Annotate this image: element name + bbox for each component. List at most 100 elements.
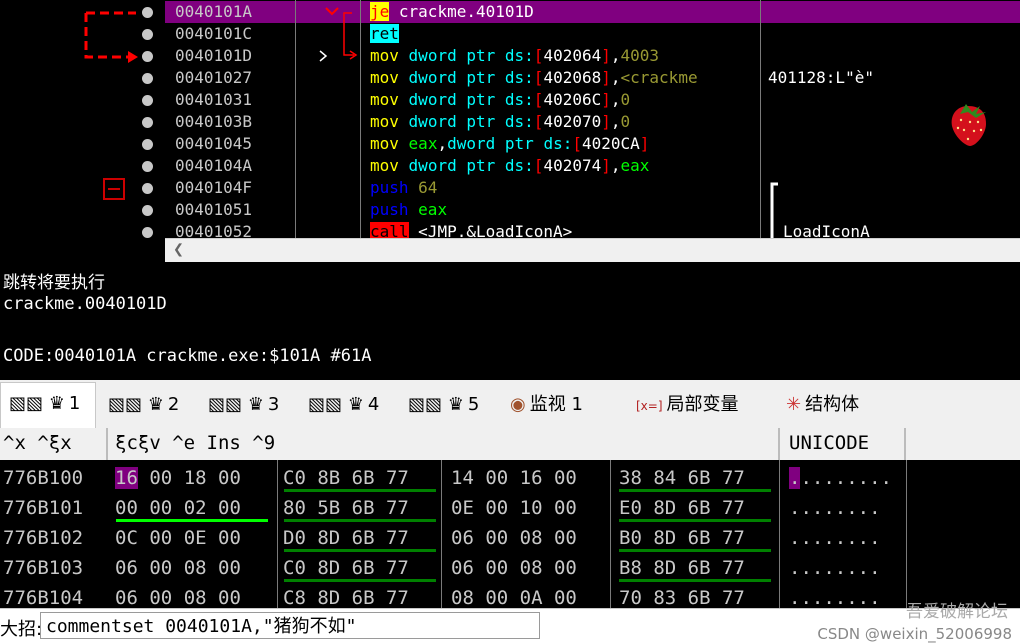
instruction-column[interactable]: je crackme.40101D ret mov dword ptr ds:[…: [370, 0, 1020, 241]
comment-cell[interactable]: 401128:L"è": [768, 67, 874, 89]
hex-byte[interactable]: 06: [115, 587, 138, 608]
address-cell[interactable]: 0040101A: [175, 1, 252, 23]
hex-byte[interactable]: 0E: [184, 527, 207, 549]
hex-group-2[interactable]: C8 8D 6B 77: [283, 583, 409, 608]
command-input[interactable]: commentset 0040101A,"猪狗不如": [40, 612, 540, 639]
breakpoint-dot[interactable]: [142, 51, 153, 62]
tab-struct[interactable]: ✳ 结构体: [778, 384, 888, 426]
instruction-row[interactable]: push 64: [370, 177, 437, 199]
instruction-row[interactable]: mov dword ptr ds:[402064],4003: [370, 45, 659, 67]
hex-byte[interactable]: 00: [218, 497, 241, 519]
hex-group-3[interactable]: 06 00 08 00: [451, 523, 577, 553]
instruction-row[interactable]: mov eax,dword ptr ds:[4020CA]: [370, 133, 649, 155]
hex-byte[interactable]: 0C: [115, 527, 138, 549]
hex-byte-selected[interactable]: 16: [115, 467, 138, 489]
instruction-row[interactable]: mov dword ptr ds:[402074],eax: [370, 155, 649, 177]
hex-byte[interactable]: 00: [149, 557, 172, 579]
dump-row[interactable]: 776B102 0C 00 0E 00 D0 8D 6B 77 06 00 08…: [0, 523, 1020, 553]
hex-group-1[interactable]: 06 00 08 00: [115, 553, 241, 583]
address-cell[interactable]: 00401045: [175, 133, 252, 155]
breakpoint-dot[interactable]: [142, 7, 153, 18]
hex-byte[interactable]: 00: [218, 467, 241, 489]
instruction-row[interactable]: push eax: [370, 199, 447, 221]
hex-byte[interactable]: 08: [184, 587, 207, 608]
address-column[interactable]: 0040101A 0040101C 0040101D 00401027 0040…: [165, 0, 295, 241]
address-cell[interactable]: 0040104A: [175, 155, 252, 177]
header-divider[interactable]: [778, 428, 780, 460]
hex-group-1[interactable]: 16 00 18 00: [115, 463, 241, 493]
hex-byte[interactable]: 00: [115, 497, 138, 519]
hex-byte[interactable]: 00: [149, 497, 172, 519]
scroll-left-icon[interactable]: ❮: [173, 239, 184, 261]
breakpoint-dot[interactable]: [142, 29, 153, 40]
instruction-row[interactable]: mov dword ptr ds:[402070],0: [370, 111, 630, 133]
memory-dump[interactable]: ^x ^ξx ξcξv ^e Ins ^9 UNICODE 776B100 16…: [0, 428, 1020, 608]
tab-dump-1[interactable]: ▧▧ ♛ 1: [0, 382, 96, 429]
dump-address[interactable]: 776B104: [3, 583, 83, 608]
header-divider[interactable]: [106, 428, 108, 460]
breakpoint-dot[interactable]: [142, 117, 153, 128]
hex-group-1[interactable]: 0C 00 0E 00: [115, 523, 241, 553]
instruction-row[interactable]: mov dword ptr ds:[402068],<crackme: [370, 67, 698, 89]
hex-group-3[interactable]: 08 00 0A 00: [451, 583, 577, 608]
header-address[interactable]: ^x ^ξx: [3, 432, 72, 454]
breakpoint-gutter[interactable]: [0, 0, 165, 262]
dump-row[interactable]: 776B100 16 00 18 00 C0 8B 6B 77 14 00 16…: [0, 463, 1020, 493]
tab-dump-4[interactable]: ▧▧ ♛ 4: [300, 384, 392, 426]
dump-row[interactable]: 776B103 06 00 08 00 C0 8D 6B 77 06 00 08…: [0, 553, 1020, 583]
dump-row[interactable]: 776B104 06 00 08 00 C8 8D 6B 77 08 00 0A…: [0, 583, 1020, 608]
breakpoint-dot[interactable]: [142, 95, 153, 106]
tab-dump-3[interactable]: ▧▧ ♛ 3: [200, 384, 292, 426]
dump-address[interactable]: 776B101: [3, 493, 83, 523]
address-cell[interactable]: 00401031: [175, 89, 252, 111]
hex-group-3[interactable]: 14 00 16 00: [451, 463, 577, 493]
address-cell[interactable]: 0040103B: [175, 111, 252, 133]
address-cell[interactable]: 00401027: [175, 67, 252, 89]
hex-byte[interactable]: 00: [218, 557, 241, 579]
breakpoint-dot[interactable]: [142, 139, 153, 150]
address-cell[interactable]: 0040104F: [175, 177, 252, 199]
tab-watch-1[interactable]: ◉ 监视 1: [502, 384, 620, 426]
header-unicode[interactable]: UNICODE: [789, 432, 869, 454]
unicode-cell[interactable]: ........: [789, 493, 881, 523]
breakpoint-dot[interactable]: [142, 227, 153, 238]
hex-group-1[interactable]: 06 00 08 00: [115, 583, 241, 608]
instruction-row[interactable]: mov dword ptr ds:[40206C],0: [370, 89, 630, 111]
dump-address[interactable]: 776B102: [3, 523, 83, 553]
address-cell[interactable]: 0040101D: [175, 45, 252, 67]
hex-group-4[interactable]: 70 83 6B 77: [619, 583, 745, 608]
dump-address[interactable]: 776B100: [3, 463, 83, 493]
hex-byte[interactable]: 08: [184, 557, 207, 579]
address-cell[interactable]: 0040101C: [175, 23, 252, 45]
hex-byte[interactable]: 00: [218, 527, 241, 549]
unicode-cell[interactable]: .........: [789, 463, 892, 493]
unicode-cell[interactable]: ........: [789, 523, 881, 553]
hex-byte[interactable]: 00: [149, 527, 172, 549]
header-divider[interactable]: [904, 428, 906, 460]
hex-group-3[interactable]: 0E 00 10 00: [451, 493, 577, 523]
tab-dump-2[interactable]: ▧▧ ♛ 2: [100, 384, 192, 426]
horizontal-scrollbar[interactable]: ❮: [165, 238, 1020, 262]
unicode-cell[interactable]: ........: [789, 553, 881, 583]
hex-byte[interactable]: 00: [218, 587, 241, 608]
header-hex[interactable]: ξcξv ^e Ins ^9: [115, 432, 275, 454]
tab-locals[interactable]: [x=] 局部变量: [628, 384, 758, 426]
hex-group-3[interactable]: 06 00 08 00: [451, 553, 577, 583]
hex-byte[interactable]: 00: [149, 587, 172, 608]
hex-byte[interactable]: 06: [115, 557, 138, 579]
breakpoint-dot[interactable]: [142, 73, 153, 84]
unicode-cell[interactable]: ........: [789, 583, 881, 608]
disassembly-view[interactable]: 0040101A 0040101C 0040101D 00401027 0040…: [0, 0, 1020, 262]
hex-byte[interactable]: 18: [184, 467, 207, 489]
dump-address[interactable]: 776B103: [3, 553, 83, 583]
tab-dump-5[interactable]: ▧▧ ♛ 5: [400, 384, 492, 426]
mnemonic: mov: [370, 134, 399, 153]
breakpoint-dot[interactable]: [142, 205, 153, 216]
address-cell[interactable]: 00401051: [175, 199, 252, 221]
breakpoint-dot[interactable]: [142, 161, 153, 172]
instruction-row[interactable]: je crackme.40101D: [370, 1, 534, 23]
hex-byte[interactable]: 00: [149, 467, 172, 489]
instruction-row[interactable]: ret: [370, 23, 399, 45]
breakpoint-dot[interactable]: [142, 183, 153, 194]
hex-byte[interactable]: 02: [184, 497, 207, 519]
